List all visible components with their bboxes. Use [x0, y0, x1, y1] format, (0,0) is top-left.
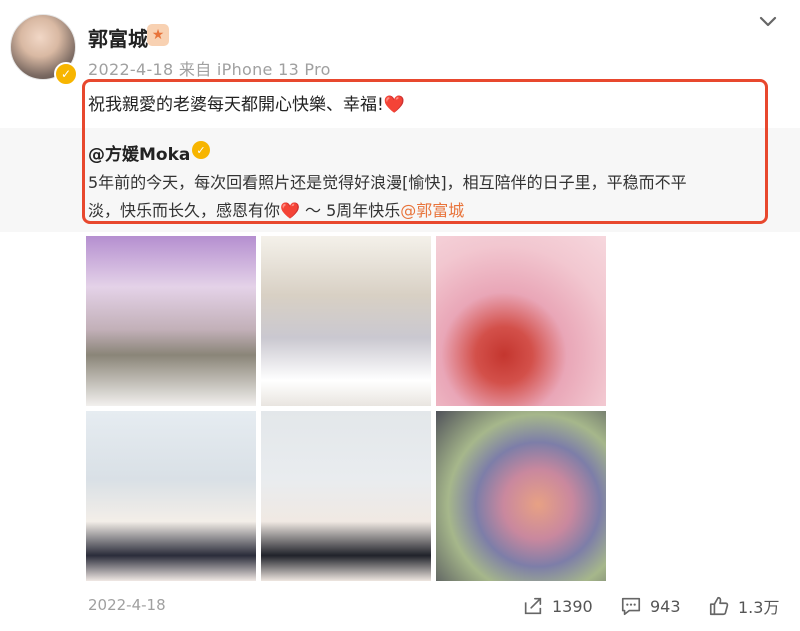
mention-link[interactable]: @郭富城 [400, 201, 464, 220]
footer-date: 2022-4-18 [88, 596, 166, 614]
post-source: 来自 iPhone 13 Pro [178, 60, 331, 79]
verified-icon: ✓ [54, 62, 78, 86]
photo-grid [86, 236, 606, 582]
post-text-content: 祝我親愛的老婆每天都開心快樂、幸福! [88, 95, 384, 115]
wedding-photo-3[interactable] [436, 236, 606, 406]
thumbs-up-icon [709, 596, 729, 616]
repost-verified-icon: ✓ [192, 141, 210, 159]
heart-icon: ❤️ [280, 201, 300, 220]
post-meta: 2022-4-18 来自 iPhone 13 Pro [88, 56, 331, 80]
post-date: 2022-4-18 [88, 60, 174, 79]
repost-line-1: 5年前的今天，每次回看照片还是觉得好浪漫[愉快]，相互陪伴的日子里，平稳而不平 [88, 173, 687, 192]
share-button[interactable]: 1390 [522, 594, 593, 618]
heart-icon: ❤️ [383, 95, 405, 115]
comment-button[interactable]: 943 [620, 594, 681, 618]
star-badge-icon[interactable]: ★ [147, 24, 169, 46]
wedding-photo-4[interactable] [86, 411, 256, 581]
wedding-photo-2[interactable] [261, 236, 431, 406]
repost-line-2-text: 淡，快乐而长久，感恩有你 [88, 201, 281, 220]
like-count: 1.3万 [738, 598, 780, 617]
repost-text: 5年前的今天，每次回看照片还是觉得好浪漫[愉快]，相互陪伴的日子里，平稳而不平 … [88, 169, 758, 225]
repost-line-2: 淡，快乐而长久，感恩有你❤️ ～ 5周年快乐@郭富城 [88, 197, 758, 225]
wedding-photo-6[interactable] [436, 411, 606, 581]
wedding-photo-1[interactable] [86, 236, 256, 406]
share-icon [524, 597, 542, 615]
like-button[interactable]: 1.3万 [708, 594, 779, 618]
wedding-photo-5[interactable] [261, 411, 431, 581]
comment-count: 943 [650, 596, 681, 616]
repost-line-2-suffix: ～ 5周年快乐 [299, 201, 401, 220]
share-count: 1390 [552, 596, 593, 616]
chevron-down-icon[interactable] [756, 10, 780, 34]
post-text: 祝我親愛的老婆每天都開心快樂、幸福!❤️ [88, 90, 405, 115]
user-name[interactable]: 郭富城 [88, 23, 148, 52]
comment-icon [621, 597, 641, 616]
repost-username[interactable]: @方媛Moka [88, 140, 190, 165]
